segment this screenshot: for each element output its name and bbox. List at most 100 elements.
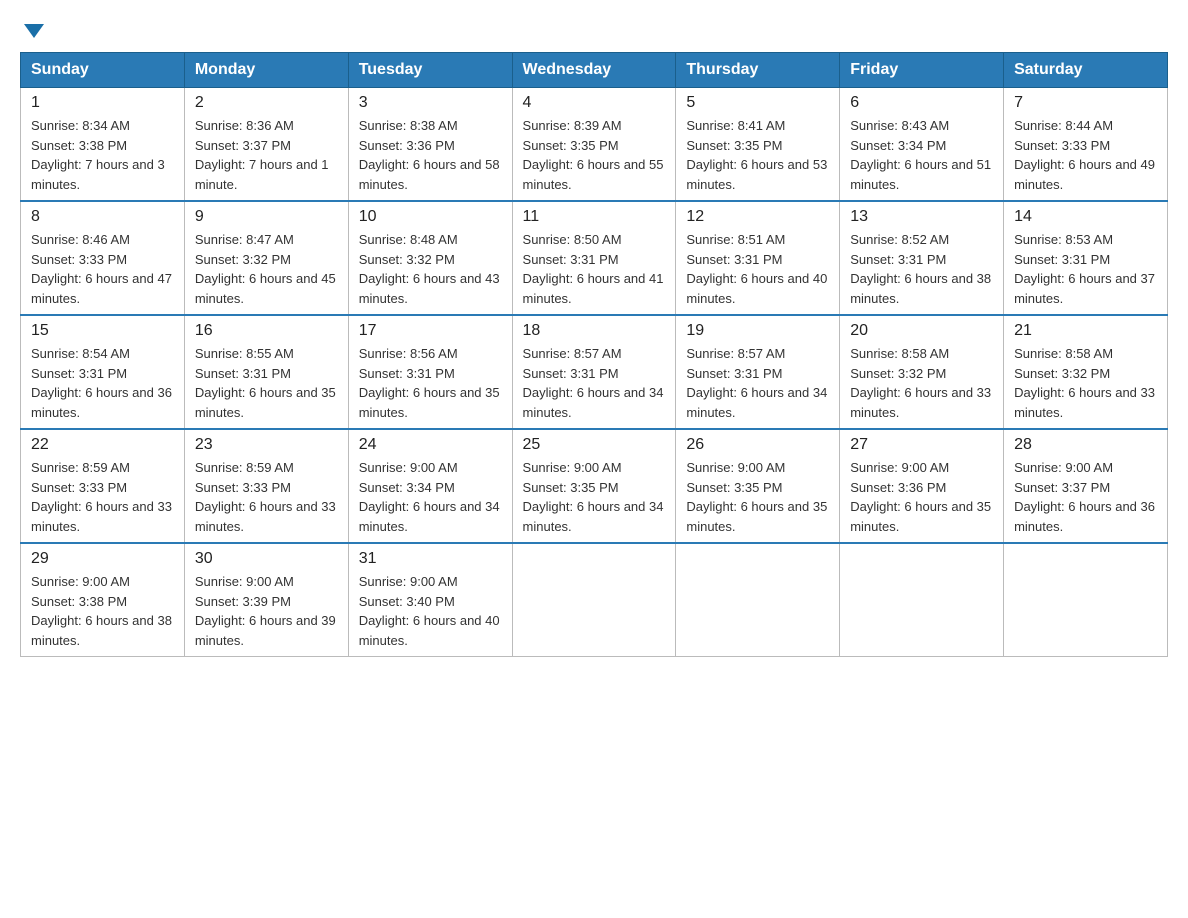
day-info: Sunrise: 8:38 AM Sunset: 3:36 PM Dayligh… (359, 116, 502, 194)
calendar-day-cell: 25 Sunrise: 9:00 AM Sunset: 3:35 PM Dayl… (512, 429, 676, 543)
day-info: Sunrise: 9:00 AM Sunset: 3:40 PM Dayligh… (359, 572, 502, 650)
day-number: 6 (850, 94, 993, 112)
weekday-header-row: SundayMondayTuesdayWednesdayThursdayFrid… (21, 53, 1168, 88)
day-info: Sunrise: 8:48 AM Sunset: 3:32 PM Dayligh… (359, 230, 502, 308)
calendar-day-cell: 28 Sunrise: 9:00 AM Sunset: 3:37 PM Dayl… (1004, 429, 1168, 543)
calendar-day-cell: 31 Sunrise: 9:00 AM Sunset: 3:40 PM Dayl… (348, 543, 512, 657)
day-number: 22 (31, 436, 174, 454)
day-number: 14 (1014, 208, 1157, 226)
day-number: 20 (850, 322, 993, 340)
day-info: Sunrise: 8:39 AM Sunset: 3:35 PM Dayligh… (523, 116, 666, 194)
day-number: 28 (1014, 436, 1157, 454)
calendar-table: SundayMondayTuesdayWednesdayThursdayFrid… (20, 52, 1168, 657)
calendar-day-cell: 12 Sunrise: 8:51 AM Sunset: 3:31 PM Dayl… (676, 201, 840, 315)
calendar-day-cell: 21 Sunrise: 8:58 AM Sunset: 3:32 PM Dayl… (1004, 315, 1168, 429)
day-number: 2 (195, 94, 338, 112)
calendar-day-cell: 3 Sunrise: 8:38 AM Sunset: 3:36 PM Dayli… (348, 88, 512, 202)
calendar-day-cell: 5 Sunrise: 8:41 AM Sunset: 3:35 PM Dayli… (676, 88, 840, 202)
day-info: Sunrise: 8:47 AM Sunset: 3:32 PM Dayligh… (195, 230, 338, 308)
calendar-day-cell: 9 Sunrise: 8:47 AM Sunset: 3:32 PM Dayli… (184, 201, 348, 315)
day-number: 17 (359, 322, 502, 340)
page-header (20, 20, 1168, 36)
day-number: 18 (523, 322, 666, 340)
calendar-day-cell: 17 Sunrise: 8:56 AM Sunset: 3:31 PM Dayl… (348, 315, 512, 429)
calendar-day-cell: 16 Sunrise: 8:55 AM Sunset: 3:31 PM Dayl… (184, 315, 348, 429)
weekday-header-friday: Friday (840, 53, 1004, 88)
day-info: Sunrise: 9:00 AM Sunset: 3:36 PM Dayligh… (850, 458, 993, 536)
calendar-day-cell: 23 Sunrise: 8:59 AM Sunset: 3:33 PM Dayl… (184, 429, 348, 543)
weekday-header-sunday: Sunday (21, 53, 185, 88)
calendar-week-row: 15 Sunrise: 8:54 AM Sunset: 3:31 PM Dayl… (21, 315, 1168, 429)
weekday-header-monday: Monday (184, 53, 348, 88)
day-info: Sunrise: 8:44 AM Sunset: 3:33 PM Dayligh… (1014, 116, 1157, 194)
logo (20, 20, 44, 36)
calendar-day-cell: 1 Sunrise: 8:34 AM Sunset: 3:38 PM Dayli… (21, 88, 185, 202)
day-number: 16 (195, 322, 338, 340)
calendar-day-cell (512, 543, 676, 657)
calendar-day-cell: 24 Sunrise: 9:00 AM Sunset: 3:34 PM Dayl… (348, 429, 512, 543)
day-info: Sunrise: 8:58 AM Sunset: 3:32 PM Dayligh… (1014, 344, 1157, 422)
day-number: 8 (31, 208, 174, 226)
day-info: Sunrise: 8:51 AM Sunset: 3:31 PM Dayligh… (686, 230, 829, 308)
calendar-day-cell: 30 Sunrise: 9:00 AM Sunset: 3:39 PM Dayl… (184, 543, 348, 657)
day-number: 10 (359, 208, 502, 226)
day-number: 19 (686, 322, 829, 340)
calendar-day-cell: 20 Sunrise: 8:58 AM Sunset: 3:32 PM Dayl… (840, 315, 1004, 429)
day-number: 29 (31, 550, 174, 568)
day-info: Sunrise: 9:00 AM Sunset: 3:37 PM Dayligh… (1014, 458, 1157, 536)
day-number: 27 (850, 436, 993, 454)
day-info: Sunrise: 8:41 AM Sunset: 3:35 PM Dayligh… (686, 116, 829, 194)
day-info: Sunrise: 9:00 AM Sunset: 3:34 PM Dayligh… (359, 458, 502, 536)
calendar-day-cell: 14 Sunrise: 8:53 AM Sunset: 3:31 PM Dayl… (1004, 201, 1168, 315)
day-info: Sunrise: 8:53 AM Sunset: 3:31 PM Dayligh… (1014, 230, 1157, 308)
calendar-day-cell: 10 Sunrise: 8:48 AM Sunset: 3:32 PM Dayl… (348, 201, 512, 315)
day-info: Sunrise: 8:58 AM Sunset: 3:32 PM Dayligh… (850, 344, 993, 422)
calendar-day-cell: 15 Sunrise: 8:54 AM Sunset: 3:31 PM Dayl… (21, 315, 185, 429)
day-number: 31 (359, 550, 502, 568)
weekday-header-tuesday: Tuesday (348, 53, 512, 88)
weekday-header-saturday: Saturday (1004, 53, 1168, 88)
calendar-week-row: 8 Sunrise: 8:46 AM Sunset: 3:33 PM Dayli… (21, 201, 1168, 315)
calendar-day-cell: 26 Sunrise: 9:00 AM Sunset: 3:35 PM Dayl… (676, 429, 840, 543)
day-number: 9 (195, 208, 338, 226)
calendar-day-cell: 2 Sunrise: 8:36 AM Sunset: 3:37 PM Dayli… (184, 88, 348, 202)
calendar-day-cell: 13 Sunrise: 8:52 AM Sunset: 3:31 PM Dayl… (840, 201, 1004, 315)
day-info: Sunrise: 8:56 AM Sunset: 3:31 PM Dayligh… (359, 344, 502, 422)
day-number: 23 (195, 436, 338, 454)
day-info: Sunrise: 8:57 AM Sunset: 3:31 PM Dayligh… (523, 344, 666, 422)
day-number: 7 (1014, 94, 1157, 112)
day-info: Sunrise: 8:36 AM Sunset: 3:37 PM Dayligh… (195, 116, 338, 194)
calendar-week-row: 22 Sunrise: 8:59 AM Sunset: 3:33 PM Dayl… (21, 429, 1168, 543)
day-info: Sunrise: 8:46 AM Sunset: 3:33 PM Dayligh… (31, 230, 174, 308)
calendar-day-cell: 4 Sunrise: 8:39 AM Sunset: 3:35 PM Dayli… (512, 88, 676, 202)
calendar-day-cell: 22 Sunrise: 8:59 AM Sunset: 3:33 PM Dayl… (21, 429, 185, 543)
day-info: Sunrise: 9:00 AM Sunset: 3:35 PM Dayligh… (523, 458, 666, 536)
day-number: 5 (686, 94, 829, 112)
day-info: Sunrise: 8:50 AM Sunset: 3:31 PM Dayligh… (523, 230, 666, 308)
calendar-day-cell: 29 Sunrise: 9:00 AM Sunset: 3:38 PM Dayl… (21, 543, 185, 657)
day-number: 15 (31, 322, 174, 340)
day-info: Sunrise: 8:34 AM Sunset: 3:38 PM Dayligh… (31, 116, 174, 194)
day-number: 13 (850, 208, 993, 226)
calendar-day-cell (676, 543, 840, 657)
calendar-day-cell: 27 Sunrise: 9:00 AM Sunset: 3:36 PM Dayl… (840, 429, 1004, 543)
day-number: 21 (1014, 322, 1157, 340)
weekday-header-thursday: Thursday (676, 53, 840, 88)
day-number: 1 (31, 94, 174, 112)
day-info: Sunrise: 8:59 AM Sunset: 3:33 PM Dayligh… (31, 458, 174, 536)
calendar-day-cell: 6 Sunrise: 8:43 AM Sunset: 3:34 PM Dayli… (840, 88, 1004, 202)
calendar-day-cell: 18 Sunrise: 8:57 AM Sunset: 3:31 PM Dayl… (512, 315, 676, 429)
calendar-day-cell (1004, 543, 1168, 657)
day-number: 11 (523, 208, 666, 226)
calendar-week-row: 1 Sunrise: 8:34 AM Sunset: 3:38 PM Dayli… (21, 88, 1168, 202)
calendar-day-cell: 19 Sunrise: 8:57 AM Sunset: 3:31 PM Dayl… (676, 315, 840, 429)
day-info: Sunrise: 8:59 AM Sunset: 3:33 PM Dayligh… (195, 458, 338, 536)
day-number: 4 (523, 94, 666, 112)
calendar-day-cell: 11 Sunrise: 8:50 AM Sunset: 3:31 PM Dayl… (512, 201, 676, 315)
day-number: 12 (686, 208, 829, 226)
day-info: Sunrise: 8:52 AM Sunset: 3:31 PM Dayligh… (850, 230, 993, 308)
weekday-header-wednesday: Wednesday (512, 53, 676, 88)
calendar-day-cell: 8 Sunrise: 8:46 AM Sunset: 3:33 PM Dayli… (21, 201, 185, 315)
day-info: Sunrise: 9:00 AM Sunset: 3:35 PM Dayligh… (686, 458, 829, 536)
logo-triangle-icon (24, 24, 44, 38)
